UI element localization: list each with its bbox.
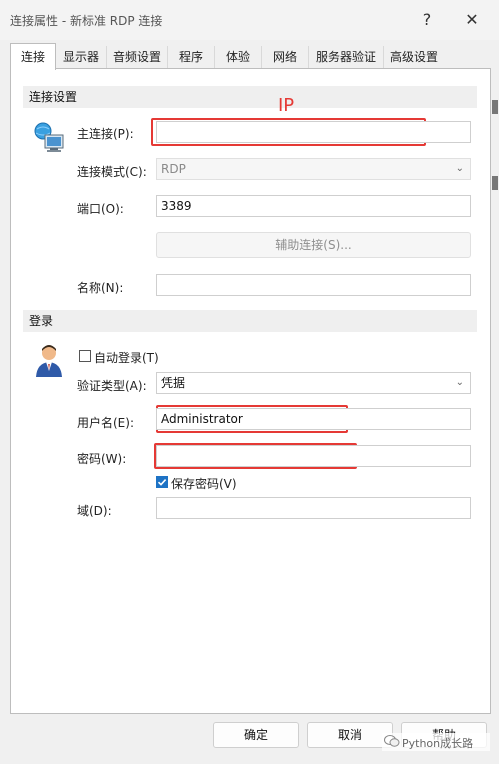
auto-login-label: 自动登录(T) [94,351,159,365]
tab-audio[interactable]: 音频设置 [107,46,168,68]
tab-display[interactable]: 显示器 [56,46,107,68]
port-label: 端口(O): [77,202,124,216]
window-title: 连接属性 - 新标准 RDP 连接 [10,14,163,28]
tab-experience[interactable]: 体验 [215,46,262,68]
watermark-text: Python成长路 [402,737,474,750]
close-icon[interactable]: ✕ [459,8,485,32]
connection-mode-select[interactable]: RDP ⌄ [156,158,471,180]
auto-login-checkbox[interactable] [79,350,91,362]
background-window-edge [492,176,498,190]
ip-annotation-label: IP [278,95,295,116]
username-input[interactable]: Administrator [156,408,471,430]
wechat-icon [384,735,400,747]
ok-button[interactable]: 确定 [213,722,299,748]
port-input[interactable]: 3389 [156,195,471,217]
background-window-edge [492,100,498,114]
password-input[interactable] [156,445,471,467]
chevron-down-icon: ⌄ [455,163,464,174]
domain-label: 域(D): [77,504,112,518]
tab-panel-connection: 连接设置 IP 主连接(P): 连接模式(C): RDP ⌄ 端口(O): 33… [10,68,491,714]
connection-mode-label: 连接模式(C): [77,165,147,179]
username-label: 用户名(E): [77,416,134,430]
tab-connection[interactable]: 连接 [10,43,56,70]
tab-server-auth[interactable]: 服务器验证 [309,46,384,68]
name-input[interactable] [156,274,471,296]
help-icon[interactable]: ? [414,8,440,32]
save-password-label: 保存密码(V) [171,477,237,491]
tab-programs[interactable]: 程序 [168,46,215,68]
domain-input[interactable] [156,497,471,519]
tab-network[interactable]: 网络 [262,46,309,68]
network-computer-icon [34,122,64,152]
auth-type-label: 验证类型(A): [77,379,147,393]
name-label: 名称(N): [77,281,124,295]
secondary-connection-button[interactable]: 辅助连接(S)... [156,232,471,258]
host-label: 主连接(P): [77,127,134,141]
chevron-down-icon: ⌄ [455,377,464,388]
section-header-connection: 连接设置 [23,86,477,108]
host-input[interactable] [156,121,471,143]
checkmark-icon [157,479,167,486]
password-label: 密码(W): [77,452,127,466]
connection-mode-value: RDP [161,162,186,176]
save-password-checkbox[interactable] [156,476,168,488]
user-icon [36,345,62,377]
auth-type-select[interactable]: 凭据 ⌄ [156,372,471,394]
tab-advanced[interactable]: 高级设置 [384,46,444,68]
section-header-login: 登录 [23,310,477,332]
auth-type-value: 凭据 [161,376,186,390]
cancel-button[interactable]: 取消 [307,722,393,748]
